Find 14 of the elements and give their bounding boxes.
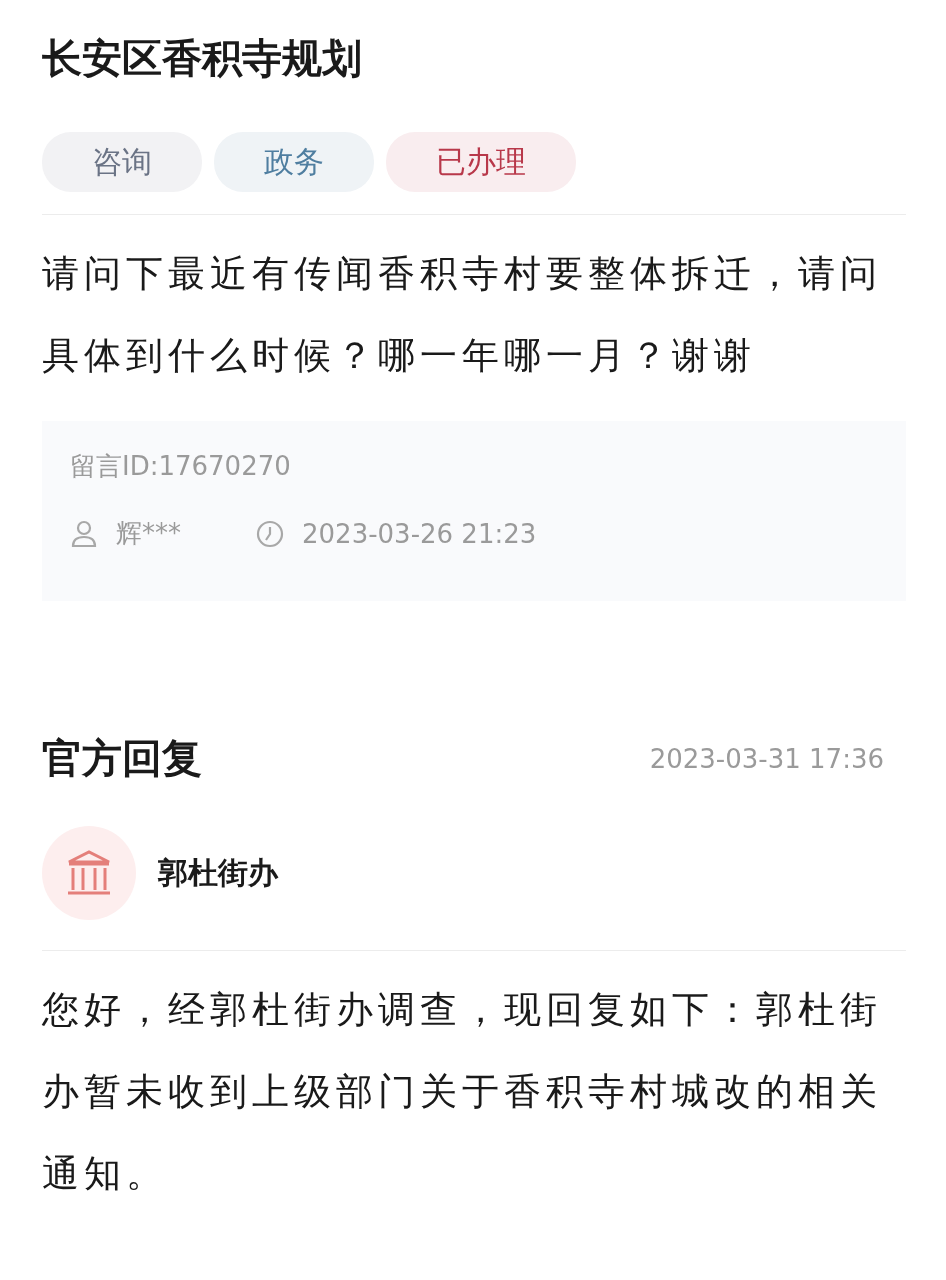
department-name: 郭杜街办 [158,853,278,892]
reply-time: 2023-03-31 17:36 [649,743,884,774]
tag: 政务 [214,132,374,192]
user-name: 辉*** [116,517,182,550]
tag: 咨询 [42,132,202,192]
message-id: 留言ID:17670270 [70,450,292,483]
post-time: 2023-03-26 21:23 [302,518,537,549]
section-title: 官方回复 [42,734,202,783]
reply-text: 您好，经郭杜街办调查，现回复如下：郭杜街办暂未收到上级部门关于香积寺村城改的相关通知。 [42,987,883,1197]
question-text: 请问下最近有传闻香积寺村要整体拆迁，请问具体到什么时候？哪一年哪一月？谢谢 [42,251,883,379]
clock-icon [256,519,284,548]
tag: 已办理 [386,132,576,192]
page-title: 长安区香积寺规划 [42,34,363,83]
user-icon [70,519,98,548]
